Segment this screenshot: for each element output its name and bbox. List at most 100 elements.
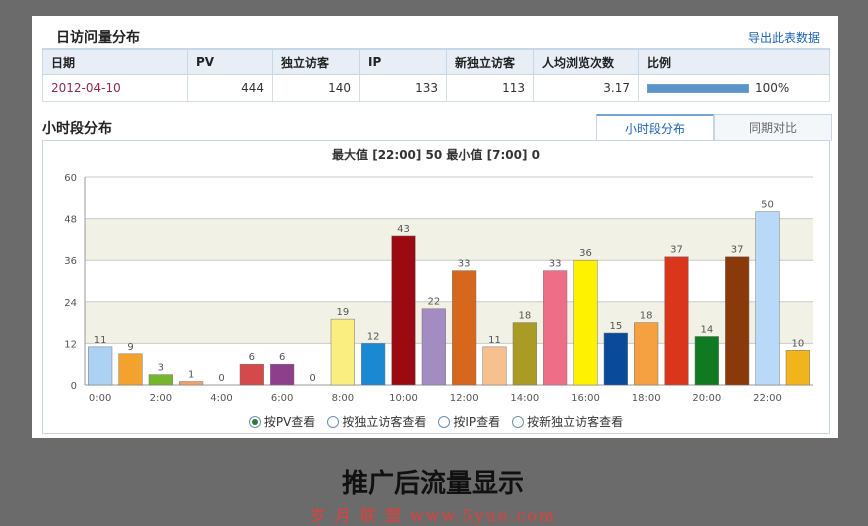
chart-bar (664, 256, 689, 386)
new-uv-cell: 113 (446, 74, 534, 102)
column-header: 比例 (638, 49, 830, 75)
chart-bar (330, 318, 355, 386)
grid-band (85, 218, 813, 261)
x-tick-label: 4:00 (210, 393, 232, 404)
radio-label: 按独立访客查看 (342, 415, 427, 429)
chart-bar (361, 343, 386, 386)
bar-value-label: 12 (367, 331, 380, 342)
ratio-bar (647, 83, 749, 93)
bar-value-label: 50 (761, 200, 774, 211)
x-tick-label: 0:00 (89, 393, 111, 404)
column-header: 新独立访客 (446, 49, 534, 75)
x-tick-label: 8:00 (332, 393, 354, 404)
radio-icon (438, 415, 451, 428)
bar-value-label: 43 (397, 224, 410, 235)
bar-value-label: 15 (609, 321, 622, 332)
bar-value-label: 22 (427, 297, 440, 308)
bar-value-label: 37 (731, 245, 744, 256)
bar-value-label: 6 (249, 352, 255, 363)
bar-value-label: 3 (158, 363, 164, 374)
date-cell: 2012-04-10 (42, 74, 188, 102)
chart-bar (725, 256, 750, 386)
chart-bar (694, 336, 719, 386)
bar-value-label: 11 (94, 335, 107, 346)
ratio-text: 100% (755, 81, 790, 95)
bar-value-label: 0 (309, 373, 315, 384)
x-tick-label: 18:00 (632, 393, 661, 404)
chart-summary: 最大值 [22:00] 50 最小值 [7:00] 0 (332, 147, 540, 162)
chart-bar (118, 353, 143, 386)
column-header: IP (359, 49, 447, 75)
bar-chart: 最大值 [22:00] 50 最小值 [7:00] 0 012243648601… (64, 147, 813, 404)
table-row: 2012-04-10 444 140 133 113 3.17 100% (42, 74, 830, 102)
chart-bar (482, 346, 507, 386)
section-title: 小时段分布 (42, 121, 112, 137)
chart-bar (421, 308, 446, 386)
ratio-indicator: 100% (647, 81, 821, 95)
radio-icon (512, 415, 525, 428)
x-tick-label: 2:00 (150, 393, 172, 404)
screenshot-frame: 日访问量分布 导出此表数据 日期 PV 独立访客 IP 新独立访客 人均浏览次数… (0, 0, 866, 525)
x-tick-label: 14:00 (510, 393, 539, 404)
x-tick-label: 10:00 (389, 393, 418, 404)
avg-views-cell: 3.17 (533, 74, 639, 102)
chart-bar (452, 270, 477, 386)
bar-value-label: 33 (458, 259, 471, 270)
y-tick-label: 12 (64, 339, 77, 350)
radio-by-new-uv[interactable]: 按新独立访客查看 (512, 413, 623, 430)
y-tick-label: 0 (71, 381, 77, 392)
daily-stats-table: 日期 PV 独立访客 IP 新独立访客 人均浏览次数 比例 2012-04-10… (42, 49, 830, 102)
page-title: 日访问量分布 (56, 30, 140, 46)
chart-bar (270, 363, 295, 386)
view-options: 按PV查看 按独立访客查看 按IP查看 按新独立访客查看 (43, 413, 829, 430)
chart-bar (603, 332, 628, 386)
bar-value-label: 37 (670, 245, 683, 256)
bar-value-label: 11 (488, 335, 501, 346)
radio-label: 按IP查看 (453, 415, 501, 429)
y-tick-label: 60 (64, 173, 77, 184)
daily-visits-header: 日访问量分布 导出此表数据 (42, 24, 830, 49)
x-tick-label: 22:00 (753, 393, 782, 404)
bar-value-label: 36 (579, 248, 592, 259)
radio-by-pv[interactable]: 按PV查看 (248, 413, 316, 430)
table-header-row: 日期 PV 独立访客 IP 新独立访客 人均浏览次数 比例 (42, 49, 830, 75)
tab-hourly[interactable]: 小时段分布 (596, 114, 714, 142)
chart-bar (239, 363, 264, 386)
bar-value-label: 33 (549, 259, 562, 270)
x-tick-label: 6:00 (271, 393, 293, 404)
bar-value-label: 10 (791, 338, 804, 349)
bar-value-label: 0 (218, 373, 224, 384)
chart-bar (755, 211, 780, 386)
radio-icon (327, 415, 340, 428)
bar-value-label: 1 (188, 370, 194, 381)
bar-value-label: 18 (640, 311, 653, 322)
ip-cell: 133 (359, 74, 447, 102)
y-tick-label: 36 (64, 256, 77, 267)
column-header: PV (187, 49, 273, 75)
chart-bar (543, 270, 568, 386)
chart-bar (179, 381, 204, 386)
hourly-chart: 最大值 [22:00] 50 最小值 [7:00] 0 0 12 24 36 48 60 1… (42, 140, 830, 434)
bar-value-label: 9 (127, 342, 133, 353)
bar-value-label: 18 (518, 311, 531, 322)
stats-panel: 日访问量分布 导出此表数据 日期 PV 独立访客 IP 新独立访客 人均浏览次数… (32, 16, 838, 438)
radio-label: 按新独立访客查看 (527, 415, 624, 429)
y-tick-label: 24 (64, 298, 77, 309)
column-header: 人均浏览次数 (533, 49, 639, 75)
chart-bar (785, 350, 810, 386)
radio-by-ip[interactable]: 按IP查看 (438, 413, 500, 430)
radio-by-uv[interactable]: 按独立访客查看 (327, 413, 426, 430)
watermark-text: 岁 月 联 盟 www.5yue.com (309, 506, 557, 525)
tab-compare[interactable]: 同期对比 (714, 114, 832, 141)
image-caption: 推广后流量显示 (341, 469, 524, 499)
export-link[interactable]: 导出此表数据 (748, 29, 820, 46)
chart-bar (148, 374, 173, 386)
chart-bar (88, 346, 113, 386)
y-tick-label: 48 (64, 215, 77, 226)
chart-bar (634, 322, 659, 386)
radio-label: 按PV查看 (263, 415, 316, 429)
chart-bar (573, 259, 598, 386)
column-header: 独立访客 (272, 49, 360, 75)
ratio-fill (648, 84, 748, 92)
uv-cell: 140 (272, 74, 360, 102)
